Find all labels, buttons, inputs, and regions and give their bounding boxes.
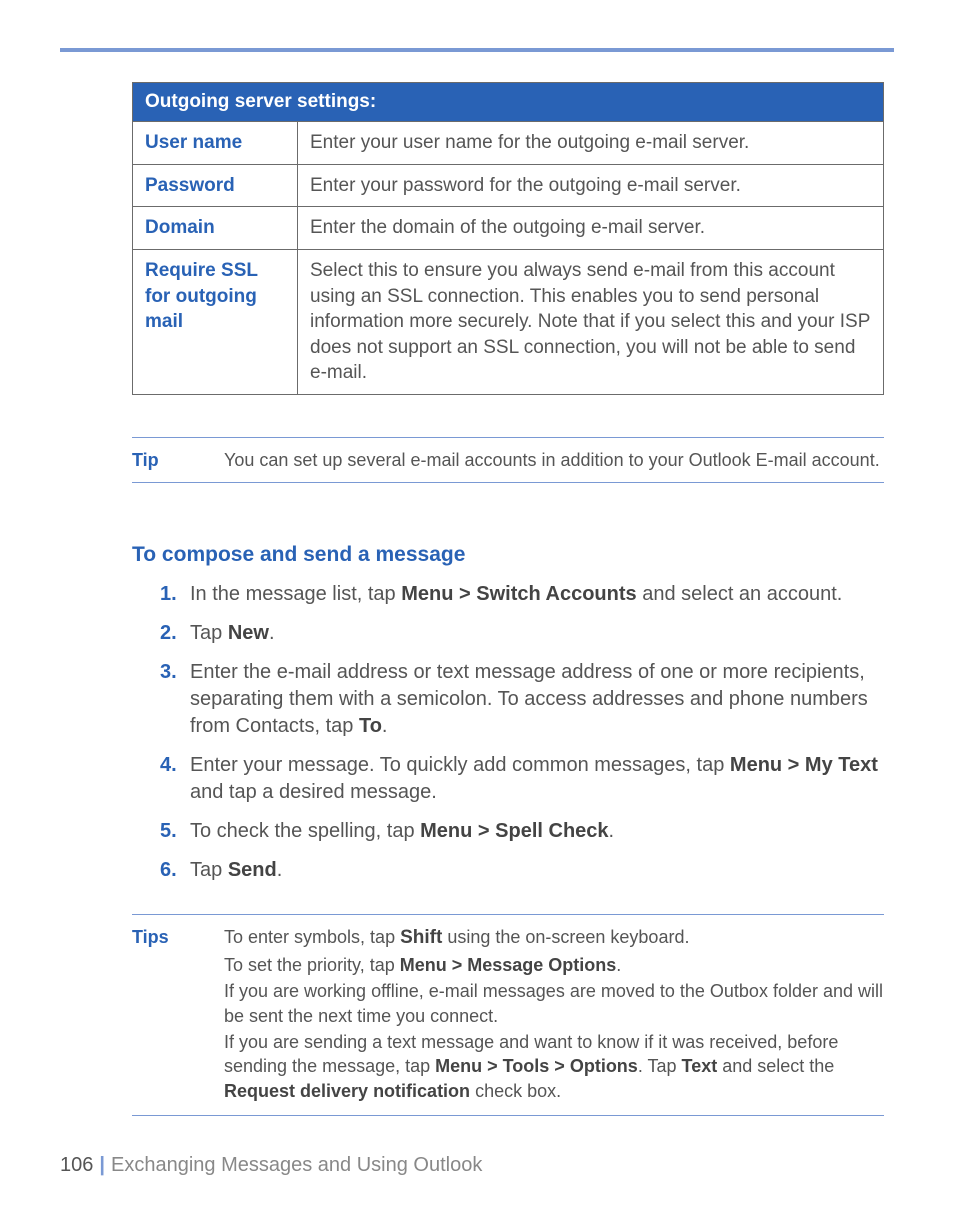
table-header: Outgoing server settings: — [133, 83, 884, 122]
tips-label: Tips — [132, 925, 224, 1104]
table-row: Domain Enter the domain of the outgoing … — [133, 207, 884, 250]
row-label-ssl: Require SSL for outgoing mail — [133, 249, 298, 394]
table-row: User name Enter your user name for the o… — [133, 122, 884, 165]
tip-body: You can set up several e-mail accounts i… — [224, 448, 884, 472]
step-5: To check the spelling, tap Menu > Spell … — [160, 818, 884, 845]
row-label-username: User name — [133, 122, 298, 165]
page-footer: 106|Exchanging Messages and Using Outloo… — [60, 1154, 894, 1177]
step-3: Enter the e-mail address or text message… — [160, 659, 884, 740]
step-4: Enter your message. To quickly add commo… — [160, 752, 884, 806]
tips-box: Tips To enter symbols, tap Shift using t… — [132, 914, 884, 1115]
row-desc-domain: Enter the domain of the outgoing e-mail … — [298, 207, 884, 250]
row-desc-ssl: Select this to ensure you always send e-… — [298, 249, 884, 394]
row-desc-username: Enter your user name for the outgoing e-… — [298, 122, 884, 165]
row-label-password: Password — [133, 164, 298, 207]
section-heading: To compose and send a message — [132, 543, 884, 567]
tip-box: Tip You can set up several e-mail accoun… — [132, 437, 884, 483]
row-label-domain: Domain — [133, 207, 298, 250]
steps-list: In the message list, tap Menu > Switch A… — [160, 581, 884, 884]
tip-label: Tip — [132, 448, 224, 472]
step-1: In the message list, tap Menu > Switch A… — [160, 581, 884, 608]
tips-body: To enter symbols, tap Shift using the on… — [224, 925, 884, 1104]
table-row: Password Enter your password for the out… — [133, 164, 884, 207]
header-rule — [60, 48, 894, 52]
step-6: Tap Send. — [160, 857, 884, 884]
step-2: Tap New. — [160, 620, 884, 647]
outgoing-server-settings-table: Outgoing server settings: User name Ente… — [132, 82, 884, 395]
row-desc-password: Enter your password for the outgoing e-m… — [298, 164, 884, 207]
table-row: Require SSL for outgoing mail Select thi… — [133, 249, 884, 394]
